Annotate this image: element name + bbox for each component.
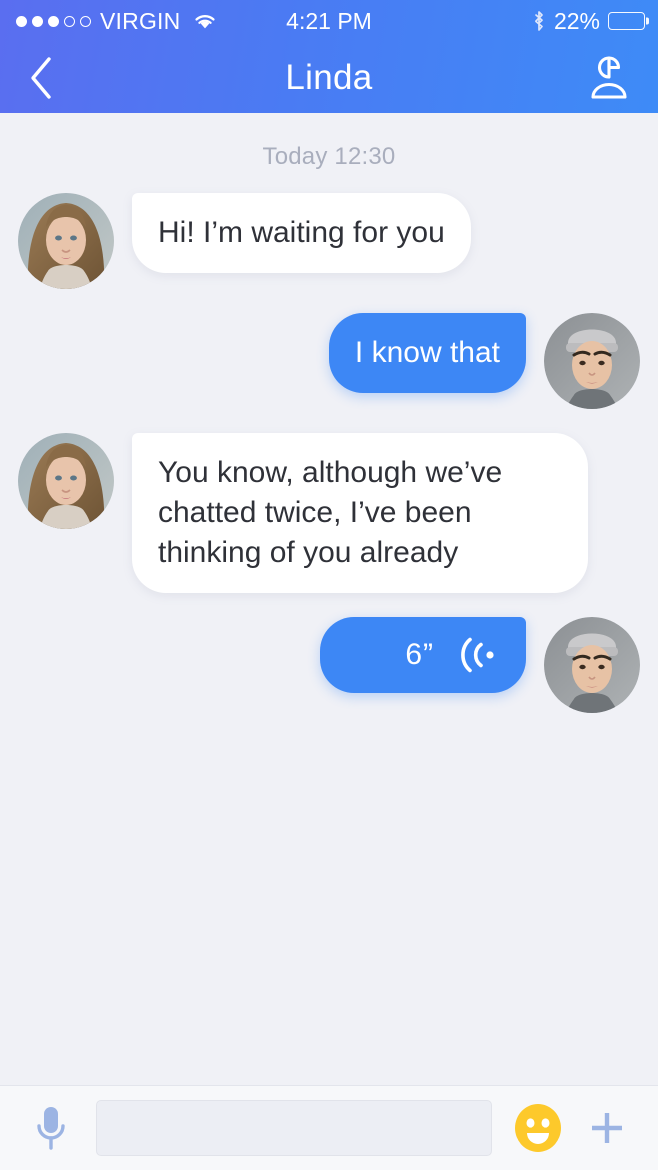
chevron-left-icon bbox=[31, 56, 51, 99]
signal-strength-dots bbox=[16, 15, 91, 27]
sound-wave-icon bbox=[456, 636, 500, 674]
plus-icon bbox=[592, 1113, 622, 1143]
signal-dot-2 bbox=[32, 15, 43, 27]
smiley-face-icon bbox=[515, 1104, 561, 1152]
avatar-linda[interactable] bbox=[18, 193, 114, 289]
signal-dot-3 bbox=[48, 15, 59, 27]
navigation-bar: Linda bbox=[0, 42, 658, 113]
signal-dot-5 bbox=[80, 15, 91, 27]
message-list[interactable]: Today 12:30 Hi! I’m waiting for you I kn… bbox=[0, 113, 658, 1085]
message-row-incoming: You know, although we’ve chatted twice, … bbox=[0, 433, 658, 593]
contact-person-icon bbox=[591, 55, 627, 99]
avatar-image-linda bbox=[18, 433, 114, 529]
message-row-outgoing: I know that bbox=[0, 313, 658, 409]
avatar-image-me bbox=[544, 313, 640, 409]
attachment-button[interactable] bbox=[576, 1097, 638, 1159]
avatar-image-me bbox=[544, 616, 640, 713]
signal-dot-1 bbox=[16, 15, 27, 27]
profile-button[interactable] bbox=[584, 53, 634, 103]
carrier-label: VIRGIN bbox=[100, 7, 181, 34]
status-bar: VIRGIN 4:21 PM 22% bbox=[0, 0, 658, 42]
avatar-image-linda bbox=[18, 193, 114, 289]
back-button[interactable] bbox=[18, 55, 64, 101]
message-bubble[interactable]: You know, although we’ve chatted twice, … bbox=[132, 433, 588, 593]
day-timestamp: Today 12:30 bbox=[262, 143, 396, 170]
voice-message-bubble[interactable]: 6” bbox=[320, 616, 526, 693]
message-input[interactable] bbox=[96, 1100, 492, 1156]
message-composer bbox=[0, 1085, 658, 1170]
chat-screen: VIRGIN 4:21 PM 22% Linda Today 12:30 Hi!… bbox=[0, 0, 658, 1170]
message-row-incoming: Hi! I’m waiting for you bbox=[0, 193, 658, 289]
avatar-linda[interactable] bbox=[18, 433, 114, 529]
message-bubble[interactable]: I know that bbox=[328, 313, 526, 393]
battery-percent-label: 22% bbox=[553, 7, 600, 34]
microphone-button[interactable] bbox=[20, 1097, 82, 1159]
voice-duration-label: 6” bbox=[405, 637, 434, 671]
status-bar-right: 22% bbox=[532, 8, 645, 35]
emoji-button[interactable] bbox=[510, 1100, 566, 1156]
message-bubble[interactable]: Hi! I’m waiting for you bbox=[132, 193, 471, 273]
status-bar-left: VIRGIN bbox=[16, 8, 218, 35]
microphone-icon bbox=[37, 1107, 65, 1150]
signal-dot-4 bbox=[64, 15, 75, 27]
battery-icon bbox=[608, 12, 645, 30]
app-header: VIRGIN 4:21 PM 22% Linda bbox=[0, 0, 658, 113]
bluetooth-icon bbox=[532, 9, 546, 33]
avatar-me[interactable] bbox=[544, 313, 640, 409]
avatar-me[interactable] bbox=[544, 616, 640, 713]
page-title: Linda bbox=[285, 57, 373, 97]
message-row-outgoing-voice: 6” bbox=[0, 616, 658, 713]
wifi-icon bbox=[192, 11, 218, 31]
